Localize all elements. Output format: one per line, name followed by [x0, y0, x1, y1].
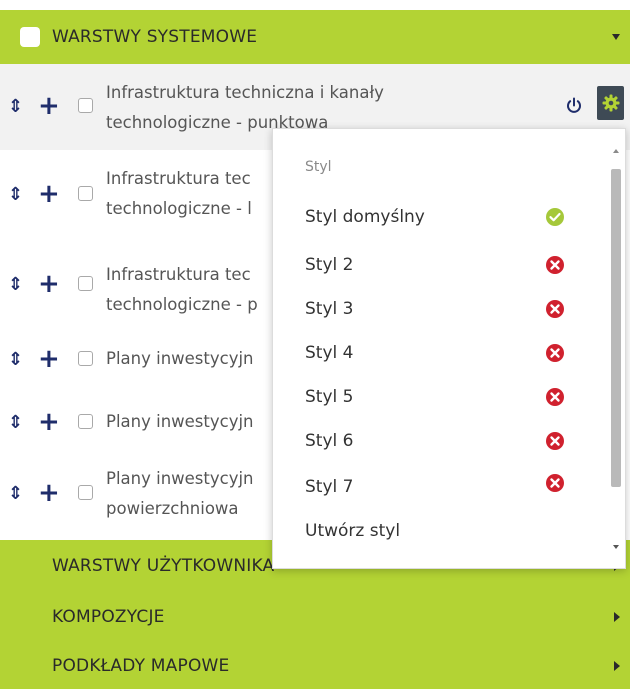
- style-item-2[interactable]: Styl 2: [305, 255, 353, 275]
- remove-style-icon[interactable]: [545, 473, 565, 493]
- power-icon[interactable]: [565, 97, 583, 115]
- reorder-handle-icon[interactable]: ⇕: [8, 98, 23, 116]
- scroll-thumb[interactable]: [611, 169, 621, 487]
- remove-style-icon[interactable]: [545, 299, 565, 319]
- layer-checkbox[interactable]: [78, 276, 93, 291]
- add-layer-icon[interactable]: +: [38, 346, 60, 372]
- scroll-up-icon[interactable]: [613, 149, 619, 153]
- reorder-handle-icon[interactable]: ⇕: [8, 351, 23, 369]
- select-all-system-checkbox[interactable]: [20, 27, 40, 47]
- collapse-arrow-icon[interactable]: [612, 34, 620, 40]
- layer-checkbox[interactable]: [78, 98, 93, 113]
- expand-arrow-icon[interactable]: [614, 660, 620, 671]
- check-circle-icon: [546, 208, 564, 226]
- gear-icon: [602, 94, 619, 112]
- dropdown-scrollbar[interactable]: [611, 149, 621, 549]
- add-layer-icon[interactable]: +: [38, 271, 60, 297]
- section-title-system-layers: WARSTWY SYSTEMOWE: [52, 27, 258, 47]
- remove-style-icon[interactable]: [545, 343, 565, 363]
- add-layer-icon[interactable]: +: [38, 409, 60, 435]
- layer-checkbox[interactable]: [78, 351, 93, 366]
- reorder-handle-icon[interactable]: ⇕: [8, 485, 23, 503]
- remove-style-icon[interactable]: [545, 255, 565, 275]
- style-item-3[interactable]: Styl 3: [305, 299, 353, 319]
- layers-panel: WARSTWY SYSTEMOWE ⇕ + Infrastruktura tec…: [0, 0, 630, 689]
- style-item-7[interactable]: Styl 7: [305, 477, 353, 497]
- layer-checkbox[interactable]: [78, 414, 93, 429]
- section-title-compositions: KOMPOZYCJE: [52, 607, 165, 627]
- style-menu-title: Styl: [305, 159, 332, 175]
- expand-arrow-icon[interactable]: [614, 612, 620, 622]
- style-item-5[interactable]: Styl 5: [305, 387, 353, 407]
- add-layer-icon[interactable]: +: [38, 480, 60, 506]
- create-style-button[interactable]: Utwórz styl: [305, 521, 400, 541]
- remove-style-icon[interactable]: [545, 387, 565, 407]
- layer-checkbox[interactable]: [78, 485, 93, 500]
- layer-checkbox[interactable]: [78, 186, 93, 201]
- layer-settings-button[interactable]: [597, 86, 624, 120]
- reorder-handle-icon[interactable]: ⇕: [8, 186, 23, 204]
- add-layer-icon[interactable]: +: [38, 93, 60, 119]
- scroll-down-icon[interactable]: [613, 545, 619, 549]
- style-item-6[interactable]: Styl 6: [305, 431, 353, 451]
- section-header-basemaps[interactable]: PODKŁADY MAPOWE: [0, 642, 630, 689]
- section-header-system-layers[interactable]: WARSTWY SYSTEMOWE: [0, 10, 630, 64]
- remove-style-icon[interactable]: [545, 431, 565, 451]
- section-title-user-layers: WARSTWY UŻYTKOWNIKA: [52, 556, 275, 576]
- reorder-handle-icon[interactable]: ⇕: [8, 276, 23, 294]
- add-layer-icon[interactable]: +: [38, 181, 60, 207]
- reorder-handle-icon[interactable]: ⇕: [8, 414, 23, 432]
- style-item-4[interactable]: Styl 4: [305, 343, 353, 363]
- style-dropdown: Styl Styl domyślny Styl 2 Styl 3 Styl 4 …: [272, 128, 626, 569]
- section-header-compositions[interactable]: KOMPOZYCJE: [0, 592, 630, 642]
- style-item-default[interactable]: Styl domyślny: [305, 207, 425, 227]
- section-title-basemaps: PODKŁADY MAPOWE: [52, 655, 230, 676]
